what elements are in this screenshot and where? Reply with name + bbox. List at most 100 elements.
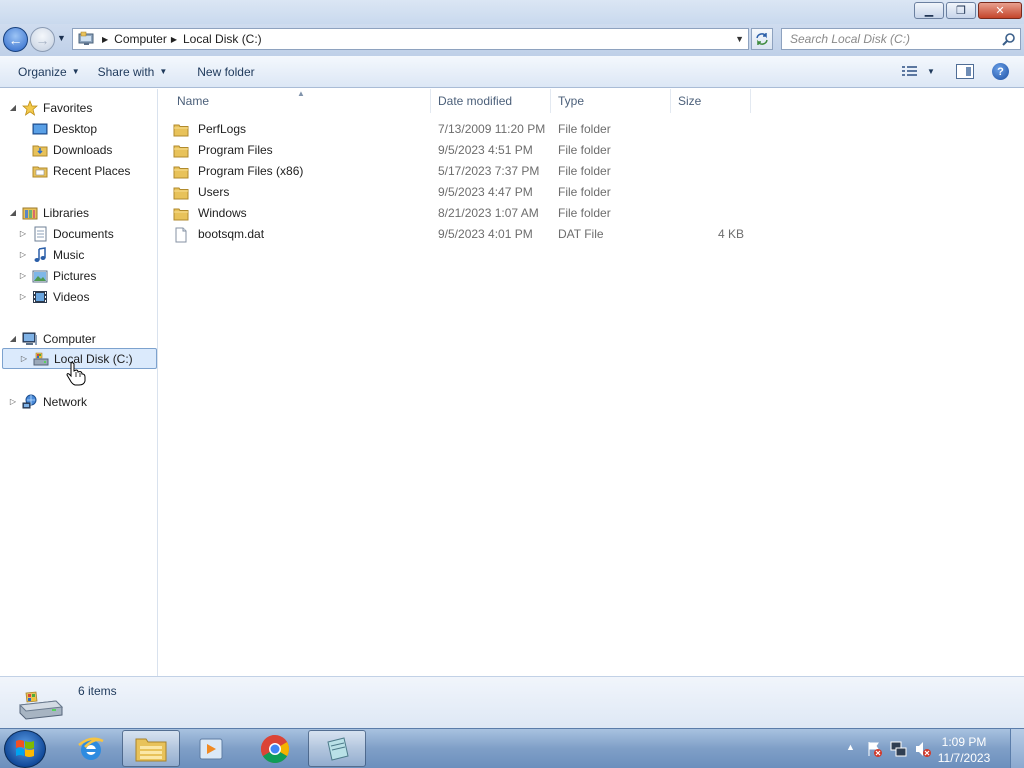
computer-icon [22, 331, 38, 347]
windows-explorer-taskbar-button[interactable] [122, 730, 180, 767]
documents-icon [32, 226, 48, 242]
details-pane: 6 items [0, 676, 1024, 728]
file-row[interactable]: PerfLogs 7/13/2009 11:20 PM File folder [173, 119, 753, 140]
expand-arrow-icon[interactable]: ◢ [8, 334, 18, 343]
details-view-icon [902, 66, 917, 76]
sidebar-item-label: Videos [53, 289, 90, 304]
file-row[interactable]: Program Files (x86) 5/17/2023 7:37 PM Fi… [173, 161, 753, 182]
chevron-down-icon: ▼ [159, 67, 168, 76]
sidebar-item-label: Computer [43, 331, 96, 346]
sidebar-item-desktop[interactable]: Desktop [18, 118, 97, 139]
breadcrumb-computer[interactable]: Computer [114, 32, 167, 46]
file-type: DAT File [558, 227, 604, 241]
clock-time[interactable]: 1:09 PM [923, 735, 1005, 749]
preview-pane-button[interactable] [956, 64, 974, 79]
close-button[interactable]: ✕ [978, 2, 1022, 19]
file-row[interactable]: Windows 8/21/2023 1:07 AM File folder [173, 203, 753, 224]
new-folder-button[interactable]: New folder [197, 62, 254, 82]
sidebar-item-libraries[interactable]: ◢ Libraries [8, 202, 89, 223]
sidebar-item-computer[interactable]: ◢ Computer [8, 328, 96, 349]
expand-arrow-icon[interactable]: ▷ [19, 354, 29, 363]
expand-arrow-icon[interactable]: ▷ [18, 271, 28, 280]
chevron-down-icon: ▼ [71, 67, 80, 76]
file-name: Program Files [198, 143, 273, 157]
title-bar: ▁ ❐ ✕ [0, 0, 1024, 24]
search-box[interactable] [781, 28, 1021, 50]
music-note-icon [32, 246, 48, 263]
file-row[interactable]: Program Files 9/5/2023 4:51 PM File fold… [173, 140, 753, 161]
libraries-icon [22, 205, 38, 221]
sidebar-item-recent-places[interactable]: Recent Places [18, 160, 130, 181]
forward-button[interactable]: → [30, 27, 55, 52]
action-center-flag-icon[interactable] [866, 740, 884, 758]
downloads-folder-icon [32, 142, 48, 158]
folder-icon [173, 206, 189, 222]
chrome-taskbar-button[interactable] [246, 730, 304, 767]
column-header-size[interactable]: Size [672, 89, 751, 113]
folder-icon [173, 164, 189, 180]
organize-button[interactable]: Organize ▼ [18, 62, 80, 82]
internet-explorer-taskbar-button[interactable] [62, 730, 120, 767]
file-type: File folder [558, 122, 611, 136]
hand-cursor-icon [66, 362, 86, 386]
file-date: 5/17/2023 7:37 PM [438, 164, 540, 178]
show-hidden-icons-icon[interactable]: ▲ [846, 742, 855, 752]
recent-pages-dropdown-icon[interactable]: ▼ [57, 33, 66, 43]
recent-places-icon [32, 163, 48, 179]
search-input[interactable] [782, 29, 992, 49]
network-icon [22, 394, 38, 410]
refresh-button[interactable] [751, 28, 773, 50]
search-icon[interactable] [1002, 32, 1016, 46]
network-status-icon[interactable] [890, 740, 908, 758]
navigation-bar: ← → ▼ ▶ Computer ▶ Local Disk (C:) ▼ [0, 24, 1024, 56]
expand-arrow-icon[interactable]: ▷ [18, 250, 28, 259]
expand-arrow-icon[interactable]: ◢ [8, 208, 18, 217]
expand-arrow-icon[interactable]: ▷ [18, 229, 28, 238]
address-bar[interactable]: ▶ Computer ▶ Local Disk (C:) ▼ [72, 28, 749, 50]
restore-button[interactable]: ❐ [946, 2, 976, 19]
sidebar-item-downloads[interactable]: Downloads [18, 139, 112, 160]
file-list: Name ▲ Date modified Type Size PerfLogs … [159, 89, 1024, 676]
sidebar-item-music[interactable]: ▷ Music [18, 244, 84, 265]
sidebar-item-label: Downloads [53, 142, 113, 157]
sidebar-item-documents[interactable]: ▷ Documents [18, 223, 114, 244]
file-row[interactable]: Users 9/5/2023 4:47 PM File folder [173, 182, 753, 203]
back-button[interactable]: ← [3, 27, 28, 52]
column-header-type[interactable]: Type [552, 89, 671, 113]
expand-arrow-icon[interactable]: ▷ [18, 292, 28, 301]
sidebar-item-label: Music [53, 247, 85, 262]
file-name: bootsqm.dat [198, 227, 265, 241]
chevron-down-icon[interactable]: ▼ [927, 67, 935, 76]
share-with-button[interactable]: Share with ▼ [98, 62, 168, 82]
file-name: Program Files (x86) [198, 164, 304, 178]
file-date: 9/5/2023 4:51 PM [438, 143, 533, 157]
minimize-button[interactable]: ▁ [914, 2, 944, 19]
refresh-icon [756, 33, 768, 45]
notes-taskbar-button[interactable] [308, 730, 366, 767]
folder-icon [173, 122, 189, 138]
expand-arrow-icon[interactable]: ◢ [8, 103, 18, 112]
file-row[interactable]: bootsqm.dat 9/5/2023 4:01 PM DAT File 4 … [173, 224, 753, 245]
sidebar-item-pictures[interactable]: ▷ Pictures [18, 265, 96, 286]
expand-arrow-icon[interactable]: ▷ [8, 397, 18, 406]
help-button[interactable]: ? [992, 63, 1009, 80]
show-desktop-button[interactable] [1010, 729, 1024, 768]
file-date: 9/5/2023 4:01 PM [438, 227, 533, 241]
file-icon [173, 227, 189, 243]
sidebar-item-network[interactable]: ▷ Network [8, 391, 87, 412]
command-bar: Organize ▼ Share with ▼ New folder ▼ ? [0, 56, 1024, 88]
clock-date[interactable]: 11/7/2023 [923, 751, 1005, 765]
change-view-button[interactable]: ▼ [901, 64, 935, 78]
breadcrumb-separator-icon[interactable]: ▶ [102, 35, 108, 44]
sidebar-item-favorites[interactable]: ◢ Favorites [8, 97, 92, 118]
media-player-taskbar-button[interactable] [182, 730, 240, 767]
sort-ascending-icon: ▲ [297, 89, 305, 98]
address-dropdown-icon[interactable]: ▼ [735, 34, 744, 44]
start-button[interactable] [4, 730, 46, 768]
internet-explorer-icon [78, 737, 104, 760]
sidebar-item-videos[interactable]: ▷ Videos [18, 286, 90, 307]
breadcrumb-separator-icon[interactable]: ▶ [171, 35, 177, 44]
sidebar-item-label: Favorites [43, 100, 93, 115]
breadcrumb-local-disk[interactable]: Local Disk (C:) [183, 32, 262, 46]
column-header-date-modified[interactable]: Date modified [432, 89, 551, 113]
